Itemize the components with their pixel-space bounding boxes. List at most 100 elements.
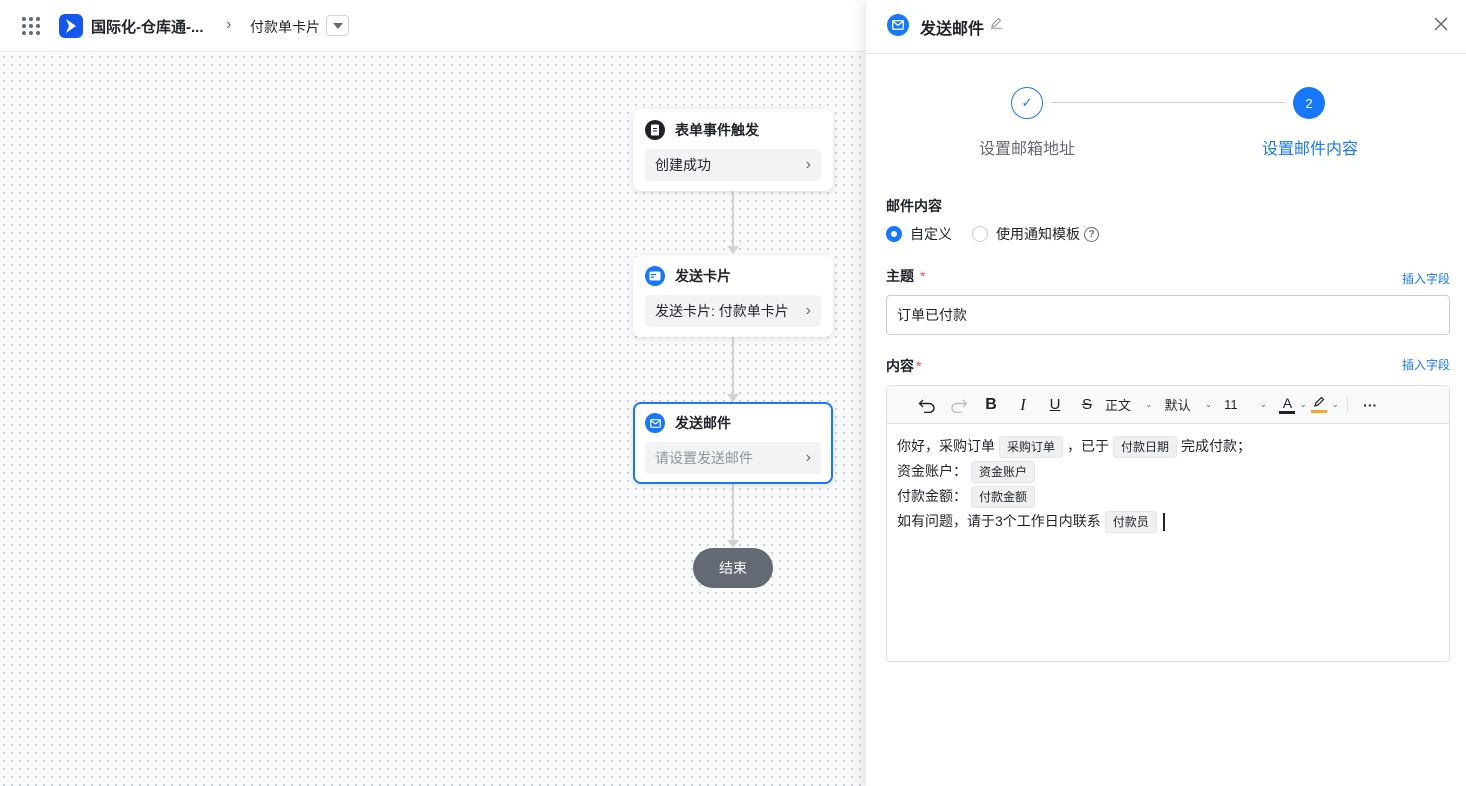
chevron-down-icon: ⌄ xyxy=(1145,399,1153,409)
step-1-done-check-icon[interactable]: ✓ xyxy=(1011,87,1043,119)
chevron-down-icon: ⌄ xyxy=(1259,399,1268,409)
help-question-icon[interactable]: ? xyxy=(1084,226,1099,242)
font-family-select[interactable]: 默认 ⌄ xyxy=(1165,392,1213,418)
panel-title: 发送邮件 xyxy=(920,21,985,38)
font-size-select[interactable]: 11 ⌄ xyxy=(1224,392,1267,418)
strikethrough-icon[interactable]: S xyxy=(1073,392,1101,418)
step-1-label[interactable]: 设置邮箱地址 xyxy=(979,135,1075,159)
node-title: 发送邮件 xyxy=(675,415,731,431)
field-chip[interactable]: 采购订单 xyxy=(999,435,1064,458)
node-title: 表单事件触发 xyxy=(675,122,759,138)
page-dropdown-button[interactable] xyxy=(326,15,349,36)
chevron-down-icon: ⌄ xyxy=(1331,399,1339,409)
radio-custom[interactable]: 自定义 xyxy=(886,224,952,244)
highlight-color-button[interactable]: ⌄ xyxy=(1311,392,1339,418)
radio-checked-icon xyxy=(886,226,902,242)
toolbar-divider xyxy=(1347,396,1349,413)
step-connector xyxy=(1051,102,1285,103)
card-icon xyxy=(645,266,665,286)
flow-node-trigger[interactable]: 表单事件触发 创建成功 › xyxy=(633,109,833,191)
content-text: 如有问题，请于3个工作日内联系 xyxy=(897,513,1101,529)
chevron-down-icon: ⌄ xyxy=(1299,399,1307,409)
field-chip[interactable]: 付款员 xyxy=(1104,510,1157,533)
breadcrumb-separator-icon: › xyxy=(226,16,232,33)
flow-connector xyxy=(732,190,734,246)
field-chip[interactable]: 资金账户 xyxy=(971,460,1036,483)
caret-down-icon xyxy=(332,22,343,29)
chevron-right-icon: › xyxy=(805,449,811,466)
node-setting[interactable]: 发送卡片: 付款单卡片 › xyxy=(645,295,821,327)
flow-node-send-mail[interactable]: 发送邮件 请设置发送邮件 › xyxy=(633,402,833,484)
underline-icon[interactable]: U xyxy=(1041,392,1069,418)
radio-template[interactable]: 使用通知模板 xyxy=(972,224,1080,244)
flow-connector xyxy=(732,483,734,540)
content-text: 完成付款； xyxy=(1181,438,1252,454)
content-line: 付款金额： 付款金额 xyxy=(897,484,1439,509)
editor-content[interactable]: 你好，采购订单 采购订单 ，已于 付款日期 完成付款； 资金账户： 资金账户 付… xyxy=(887,424,1449,544)
mail-icon xyxy=(645,413,665,433)
panel-header: 发送邮件 xyxy=(866,0,1466,54)
text-color-icon: A xyxy=(1279,394,1296,414)
bold-icon[interactable]: B xyxy=(977,392,1005,418)
arrow-down-icon xyxy=(727,246,739,254)
insert-field-link-subject[interactable]: 插入字段 xyxy=(1402,270,1450,287)
mail-icon xyxy=(887,14,909,36)
field-chip[interactable]: 付款日期 xyxy=(1113,435,1178,458)
mail-content-label: 邮件内容 xyxy=(886,198,942,214)
editor-toolbar: B I U S 正文 ⌄ 默认 ⌄ 11 ⌄ A ⌄ ⌄ ··· xyxy=(887,386,1449,424)
node-setting[interactable]: 请设置发送邮件 › xyxy=(645,442,821,474)
highlighter-icon xyxy=(1311,396,1328,413)
node-setting[interactable]: 创建成功 › xyxy=(645,149,821,181)
content-type-radio-group: 自定义 使用通知模板 ? xyxy=(886,224,1099,244)
chevron-down-icon: ⌄ xyxy=(1204,399,1213,409)
content-text: 你好，采购订单 xyxy=(897,438,995,454)
app-logo-icon xyxy=(59,14,83,38)
italic-icon[interactable]: I xyxy=(1009,392,1037,418)
content-label: 内容 * xyxy=(886,356,921,376)
subject-label-text: 主题 xyxy=(886,268,914,284)
subject-input[interactable] xyxy=(886,295,1450,335)
content-line: 如有问题，请于3个工作日内联系 付款员 xyxy=(897,509,1439,534)
app-name[interactable]: 国际化-仓库通-... xyxy=(91,16,204,37)
step-2-label[interactable]: 设置邮件内容 xyxy=(1262,135,1358,159)
text-cursor xyxy=(1162,512,1165,531)
paragraph-style-value: 正文 xyxy=(1105,398,1132,413)
more-options-icon[interactable]: ··· xyxy=(1356,392,1384,418)
chevron-right-icon: › xyxy=(805,156,811,173)
radio-template-label: 使用通知模板 xyxy=(996,226,1080,242)
breadcrumb-page[interactable]: 付款单卡片 xyxy=(250,17,320,37)
insert-field-link-content[interactable]: 插入字段 xyxy=(1402,356,1450,373)
node-setting-text: 发送卡片: 付款单卡片 xyxy=(655,303,789,319)
arrow-down-icon xyxy=(727,540,739,548)
content-line: 你好，采购订单 采购订单 ，已于 付款日期 完成付款； xyxy=(897,434,1439,459)
required-mark: * xyxy=(920,268,926,284)
content-label-text: 内容 xyxy=(886,358,914,374)
redo-icon[interactable] xyxy=(945,392,973,418)
field-chip[interactable]: 付款金额 xyxy=(971,485,1036,508)
node-title: 发送卡片 xyxy=(675,268,731,284)
chevron-right-icon: › xyxy=(805,302,811,319)
undo-icon[interactable] xyxy=(913,392,941,418)
flow-end-node[interactable]: 结束 xyxy=(693,548,773,588)
content-text: 付款金额： xyxy=(897,488,967,504)
top-bar: 国际化-仓库通-... › 付款单卡片 xyxy=(0,0,866,52)
flow-node-send-card[interactable]: 发送卡片 发送卡片: 付款单卡片 › xyxy=(633,255,833,337)
radio-custom-label: 自定义 xyxy=(910,226,952,242)
close-icon[interactable] xyxy=(1431,14,1451,34)
text-color-button[interactable]: A ⌄ xyxy=(1279,392,1307,418)
arrow-down-icon xyxy=(727,394,739,402)
subject-label: 主题 * xyxy=(886,266,925,286)
font-size-value: 11 xyxy=(1224,397,1238,412)
text-color-glyph: A xyxy=(1282,394,1293,411)
edit-pencil-icon[interactable] xyxy=(990,16,1003,32)
paragraph-style-select[interactable]: 正文 ⌄ xyxy=(1105,392,1153,418)
node-setting-placeholder: 请设置发送邮件 xyxy=(655,450,753,466)
content-text: 资金账户： xyxy=(897,463,967,479)
apps-grid-icon[interactable] xyxy=(22,17,40,35)
font-family-value: 默认 xyxy=(1164,398,1191,413)
rich-text-editor[interactable]: B I U S 正文 ⌄ 默认 ⌄ 11 ⌄ A ⌄ ⌄ ··· 你好，采购订单… xyxy=(886,385,1450,662)
required-mark: * xyxy=(916,358,922,374)
content-line: 资金账户： 资金账户 xyxy=(897,459,1439,484)
flow-connector xyxy=(732,337,734,394)
step-2-indicator[interactable]: 2 xyxy=(1293,87,1325,119)
